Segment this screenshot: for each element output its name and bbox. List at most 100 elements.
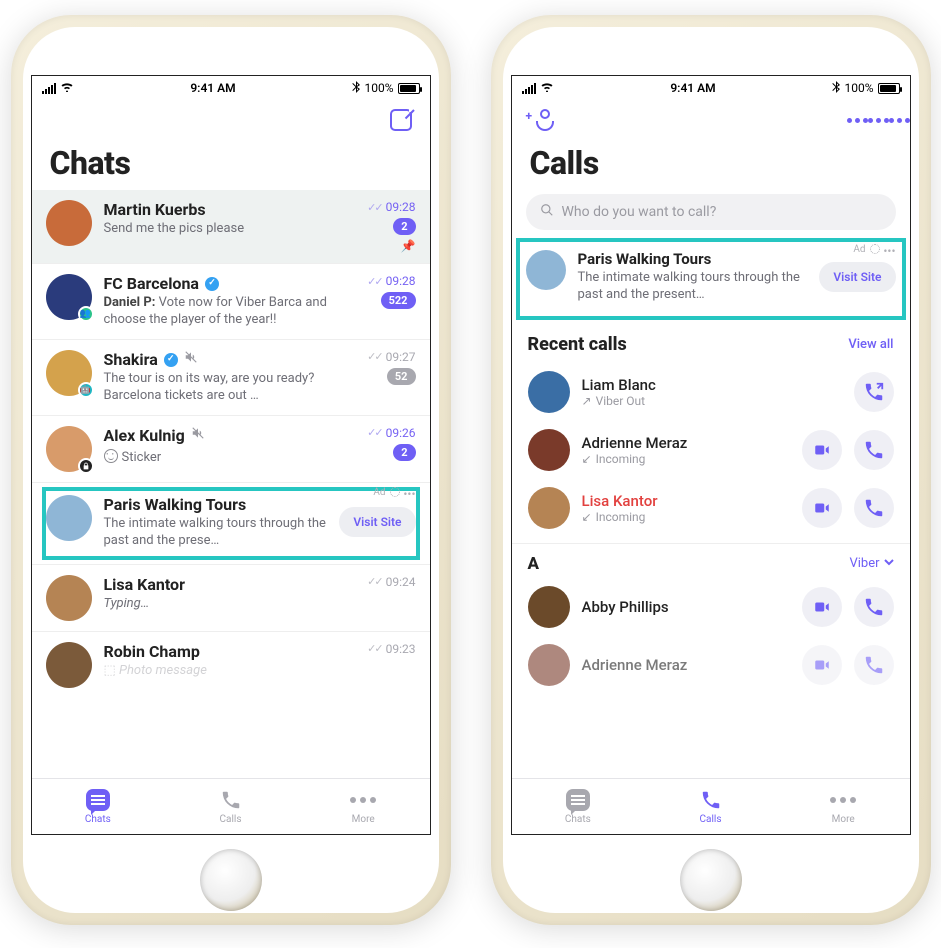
search-placeholder: Who do you want to call? — [562, 204, 717, 220]
chat-row[interactable]: Robin Champ ⬚ Photo message ✓✓09:23 — [32, 632, 430, 698]
chat-row[interactable]: 👥 FC Barcelona ✓ Daniel P: Vote now for … — [32, 264, 430, 340]
home-button[interactable] — [680, 849, 742, 911]
bluetooth-icon — [832, 81, 840, 96]
keypad-button[interactable] — [868, 107, 894, 133]
chat-time: 09:23 — [386, 642, 416, 656]
bot-badge-icon: 🤖 — [78, 382, 94, 398]
muted-icon — [191, 426, 205, 445]
video-call-button[interactable] — [802, 587, 842, 627]
signal-icon — [522, 83, 536, 94]
tab-bar: Chats Calls More — [32, 778, 430, 834]
call-button[interactable] — [854, 488, 894, 528]
phone-icon — [699, 788, 723, 812]
video-call-button[interactable] — [802, 430, 842, 470]
signal-icon — [42, 83, 56, 94]
video-call-button[interactable] — [802, 645, 842, 685]
phone-left: 9:41 AM 100% Chats — [11, 15, 451, 925]
arrow-incoming-icon: ↙ — [582, 510, 592, 524]
ad-loading-icon — [390, 487, 400, 497]
status-bar: 9:41 AM 100% — [512, 76, 910, 100]
call-row[interactable]: Lisa Kantor ↙Incoming — [512, 479, 910, 537]
chat-name: Martin Kuerbs — [104, 200, 358, 219]
avatar: 🤖 — [46, 350, 92, 396]
call-name: Liam Blanc — [582, 376, 842, 394]
unread-badge: 522 — [381, 292, 416, 309]
community-badge-icon: 👥 — [78, 306, 94, 322]
read-checks-icon: ✓✓ — [367, 575, 381, 588]
call-sub: Incoming — [596, 510, 646, 524]
ad-menu-button[interactable]: ••• — [403, 487, 415, 501]
view-all-link[interactable]: View all — [848, 337, 893, 352]
nav-row: + — [512, 100, 910, 140]
add-contact-button[interactable]: + — [528, 107, 554, 133]
status-time: 9:41 AM — [74, 81, 353, 95]
avatar — [46, 426, 92, 472]
screen-calls: 9:41 AM 100% + — [511, 75, 911, 835]
call-button[interactable] — [854, 645, 894, 685]
chat-row[interactable]: 🤖 Shakira ✓ The tour is on its way, are … — [32, 340, 430, 416]
more-icon — [350, 797, 376, 803]
chat-preview: Typing… — [104, 596, 358, 613]
contact-row[interactable]: Adrienne Meraz — [512, 636, 910, 694]
chat-preview: The tour is on its way, are you ready? B… — [104, 371, 358, 405]
tab-calls[interactable]: Calls — [164, 779, 297, 834]
chat-list[interactable]: Martin Kuerbs Send me the pics please ✓✓… — [32, 190, 430, 778]
ad-menu-button[interactable]: ••• — [883, 244, 895, 258]
call-row[interactable]: Adrienne Meraz ↙Incoming — [512, 421, 910, 479]
tab-label: Calls — [220, 814, 242, 825]
ad-row[interactable]: Ad ••• Paris Walking Tours The intimate … — [512, 240, 910, 320]
call-row[interactable]: Liam Blanc ↗ Viber Out — [512, 363, 910, 421]
unread-badge: 2 — [393, 218, 415, 235]
ad-row[interactable]: Ad ••• Paris Walking Tours The intimate … — [32, 483, 430, 565]
call-button[interactable] — [854, 587, 894, 627]
tab-label: Calls — [700, 814, 722, 825]
tab-chats[interactable]: Chats — [32, 779, 165, 834]
home-button[interactable] — [200, 849, 262, 911]
battery-icon — [878, 83, 900, 94]
chat-time: 09:28 — [386, 200, 416, 214]
chat-preview: Send me the pics please — [104, 221, 358, 238]
call-sub: Viber Out — [596, 394, 646, 408]
filter-dropdown[interactable]: Viber — [849, 556, 893, 571]
read-checks-icon: ✓✓ — [367, 201, 381, 214]
call-button[interactable] — [854, 372, 894, 412]
unread-badge: 52 — [387, 368, 416, 385]
chat-time: 09:24 — [386, 575, 416, 589]
ad-title: Paris Walking Tours — [578, 250, 820, 268]
search-input[interactable]: Who do you want to call? — [526, 194, 896, 230]
chat-name: Robin Champ — [104, 642, 358, 661]
tab-more[interactable]: More — [297, 779, 430, 834]
compose-icon — [390, 109, 412, 131]
tab-chats[interactable]: Chats — [512, 779, 645, 834]
arrow-outgoing-icon: ↗ — [582, 394, 592, 408]
chat-icon — [86, 789, 110, 811]
wifi-icon — [60, 81, 74, 95]
ad-desc: The intimate walking tours through the p… — [104, 516, 340, 550]
visit-site-button[interactable]: Visit Site — [819, 262, 895, 292]
chat-row[interactable]: Lisa Kantor Typing… ✓✓09:24 — [32, 565, 430, 632]
battery-icon — [398, 83, 420, 94]
contact-row[interactable]: Abby Phillips — [512, 578, 910, 636]
bluetooth-icon — [352, 81, 360, 96]
ad-desc: The intimate walking tours through the p… — [578, 270, 820, 304]
section-title: Recent calls — [528, 334, 627, 355]
video-call-button[interactable] — [802, 488, 842, 528]
call-sub: Incoming — [596, 452, 646, 466]
tab-more[interactable]: More — [777, 779, 910, 834]
chat-icon — [566, 789, 590, 811]
page-title: Calls — [512, 140, 910, 190]
wifi-icon — [540, 81, 554, 95]
verified-icon: ✓ — [205, 277, 219, 291]
compose-button[interactable] — [388, 107, 414, 133]
avatar — [528, 371, 570, 413]
chat-row[interactable]: Alex Kulnig Sticker ✓✓09:26 2 — [32, 416, 430, 483]
search-icon — [540, 203, 554, 221]
tab-calls[interactable]: Calls — [644, 779, 777, 834]
chat-row[interactable]: Martin Kuerbs Send me the pics please ✓✓… — [32, 190, 430, 264]
ad-label: Ad — [373, 487, 385, 498]
sticker-icon — [104, 449, 118, 463]
call-button[interactable] — [854, 430, 894, 470]
visit-site-button[interactable]: Visit Site — [339, 507, 415, 537]
tab-label: More — [352, 814, 375, 825]
chat-preview: ⬚ Photo message — [104, 663, 358, 680]
